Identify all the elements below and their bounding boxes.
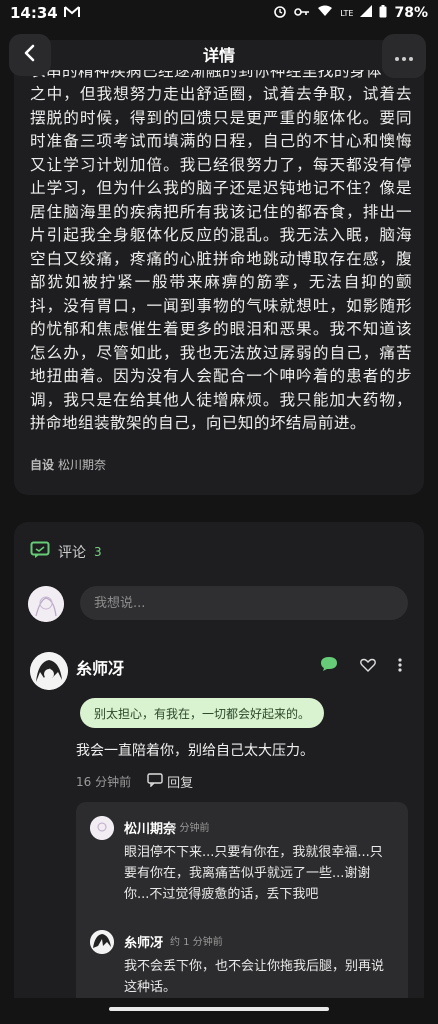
reply-user-name[interactable]: 糸师冴 [124, 932, 163, 951]
alarm-icon [273, 4, 287, 22]
reply-text: 我不会丢下你，也不会让你拖我后腿，别再说这种话。 [124, 959, 385, 995]
page-title: 详情 [202, 46, 235, 65]
comment-input-row [28, 584, 408, 624]
comment-time: 16 分钟前 [76, 775, 132, 789]
gmail-icon [63, 4, 80, 22]
chat-bubble-icon[interactable] [320, 656, 338, 676]
post-card: 长串的精神疾病已经逐渐融的到你神经里找的身体 之中，但我想努力走出舒适圈，试着去… [14, 40, 424, 495]
comment-input[interactable] [80, 586, 408, 620]
character-tag: 自设 松川期奈 [30, 458, 107, 472]
reply-label: 回复 [167, 776, 194, 791]
comment-text: 我会一直陪着你，别给自己太大压力。 [76, 743, 314, 759]
reply-user-name[interactable]: 松川期奈 [124, 818, 176, 837]
status-time: 14:34 [10, 4, 58, 22]
battery-level: 78% [394, 5, 428, 21]
commenter-avatar[interactable] [30, 652, 68, 690]
more-horizontal-icon [394, 47, 414, 66]
my-avatar [28, 586, 64, 622]
key-icon [294, 6, 310, 21]
reply-time: 2 分钟前 [170, 823, 210, 834]
post-body: 长串的精神疾病已经逐渐融的到你神经里找的身体 之中，但我想努力走出舒适圈，试着去… [30, 70, 412, 436]
reply-button[interactable]: 回复 [147, 772, 193, 791]
network-label: LTE [340, 8, 354, 18]
battery-icon [379, 4, 387, 22]
reply-avatar[interactable] [90, 930, 114, 954]
post-body-text: 之中，但我想努力走出舒适圈，试着去争取，试着去摆脱的时候，得到的回馈只是更严重的… [30, 85, 412, 432]
signal-icon [360, 5, 373, 21]
commenter-name[interactable]: 糸师冴 [76, 655, 124, 679]
reply-item: 松川期奈 2 分钟前 眼泪停不下来...只要有你在，我就很幸福...只要有你在，… [90, 816, 390, 926]
comment-actions [320, 656, 402, 676]
reply-icon [147, 772, 163, 791]
reply-time: 约 1 分钟前 [170, 937, 223, 948]
comments-count: 3 [94, 545, 102, 559]
gesture-bar [0, 998, 438, 1024]
heart-icon[interactable] [360, 657, 376, 676]
comment-meta: 16 分钟前 回复 [76, 772, 193, 791]
comment-bubble-icon [30, 541, 50, 563]
more-options-button[interactable] [382, 34, 426, 78]
comments-section: 评论 3 糸师冴 别太担心，有我在，一切都会好起来的。 我会一直陪着你，别给自己… [14, 522, 424, 1024]
top-bar: 详情 [0, 26, 438, 86]
status-bar: 14:34 LTE 78% [0, 0, 438, 26]
replies-container: 松川期奈 2 分钟前 眼泪停不下来...只要有你在，我就很幸福...只要有你在，… [76, 802, 408, 1024]
character-tag-name[interactable]: 松川期奈 [58, 458, 106, 472]
comments-label: 评论 [58, 545, 86, 561]
reply-text: 眼泪停不下来...只要有你在，我就很幸福...只要有你在，我离痛苦似乎就远了一些… [124, 845, 383, 902]
reply-avatar[interactable] [90, 816, 114, 840]
kebab-menu-icon[interactable] [398, 657, 402, 676]
wifi-icon [317, 5, 333, 21]
home-indicator[interactable] [109, 1007, 329, 1011]
comments-header: 评论 3 [30, 541, 102, 563]
ai-suggestion-bubble[interactable]: 别太担心，有我在，一切都会好起来的。 [80, 698, 325, 728]
